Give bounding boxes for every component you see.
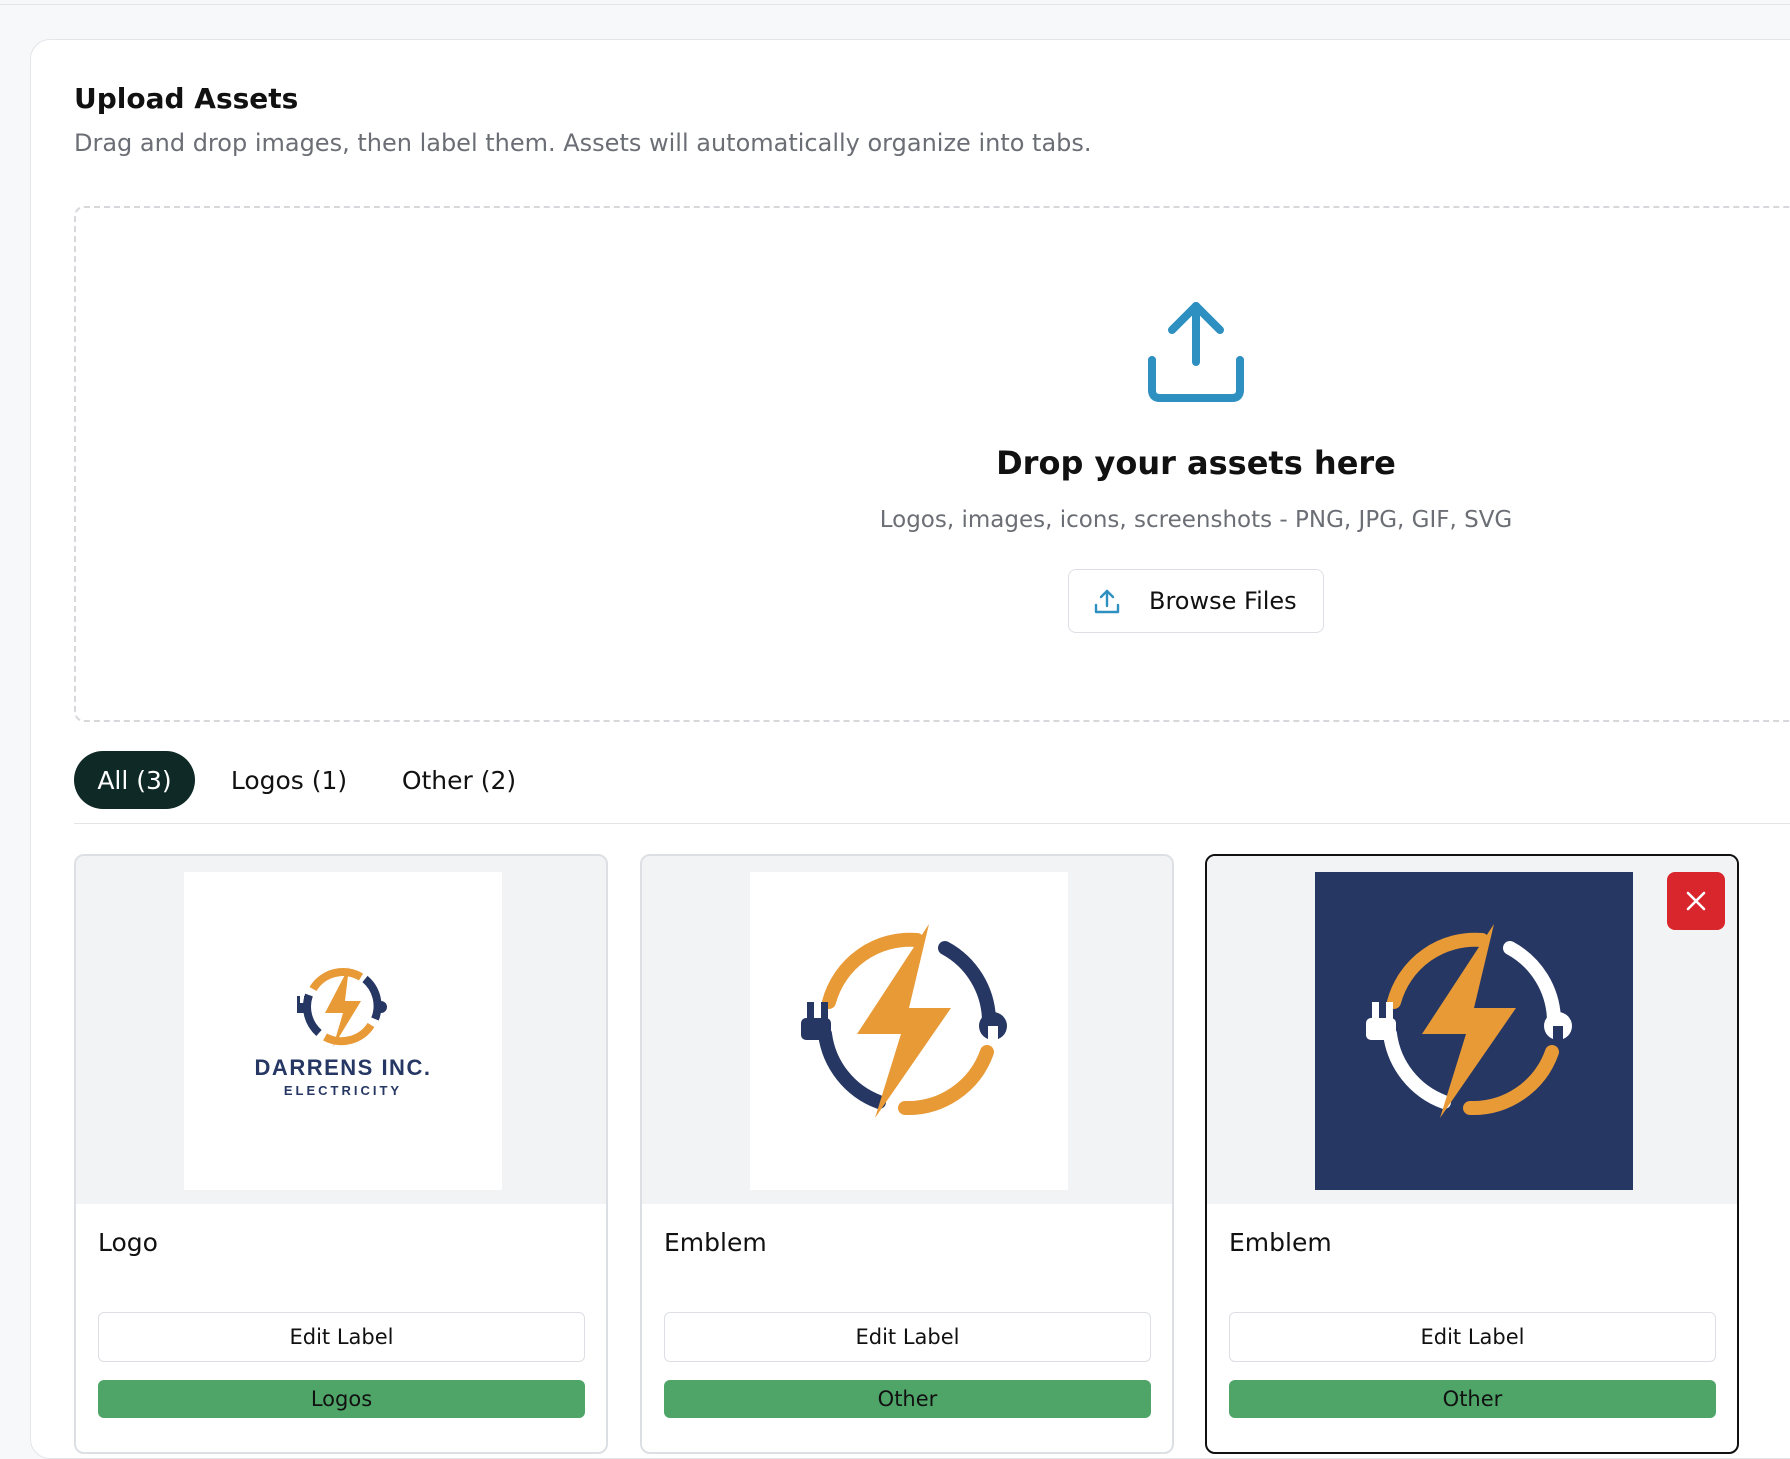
asset-tag[interactable]: Logos — [98, 1380, 585, 1418]
edit-label-button[interactable]: Edit Label — [98, 1312, 585, 1362]
logo-tagline-text: ELECTRICITY — [284, 1083, 402, 1098]
asset-card-selected[interactable]: Emblem Edit Label Other — [1205, 854, 1739, 1454]
asset-card[interactable]: Emblem Edit Label Other — [640, 854, 1174, 1454]
asset-thumbnail-area — [642, 856, 1172, 1204]
asset-thumbnail-area — [1207, 856, 1737, 1204]
tab-logos[interactable]: Logos (1) — [216, 751, 362, 809]
browse-files-label: Browse Files — [1149, 587, 1297, 615]
dropzone-title: Drop your assets here — [996, 444, 1396, 482]
tabs-divider — [74, 823, 1790, 824]
top-bar-edge — [0, 0, 1790, 5]
upload-small-icon — [1094, 589, 1120, 614]
asset-thumbnail-emblem-dark — [1315, 872, 1633, 1190]
asset-thumbnail-emblem — [750, 872, 1068, 1190]
upload-icon — [1148, 302, 1244, 402]
tab-all[interactable]: All (3) — [74, 751, 195, 809]
tab-other[interactable]: Other (2) — [384, 751, 534, 809]
dropzone-hint: Logos, images, icons, screenshots - PNG,… — [879, 507, 1513, 533]
asset-thumbnail-area: DARRENS INC. ELECTRICITY — [76, 856, 606, 1204]
page-subtitle: Drag and drop images, then label them. A… — [74, 129, 1092, 157]
close-icon — [1686, 891, 1706, 911]
asset-name: Logo — [98, 1228, 158, 1257]
asset-thumbnail-logo: DARRENS INC. ELECTRICITY — [184, 872, 502, 1190]
logo-company-text: DARRENS INC. — [255, 1055, 432, 1080]
page-title: Upload Assets — [74, 82, 299, 115]
edit-label-button[interactable]: Edit Label — [1229, 1312, 1716, 1362]
asset-tag[interactable]: Other — [1229, 1380, 1716, 1418]
edit-label-button[interactable]: Edit Label — [664, 1312, 1151, 1362]
asset-name: Emblem — [664, 1228, 767, 1257]
browse-files-button[interactable]: Browse Files — [1068, 569, 1324, 633]
asset-card[interactable]: DARRENS INC. ELECTRICITY Logo Edit Label… — [74, 854, 608, 1454]
asset-name: Emblem — [1229, 1228, 1332, 1257]
remove-asset-button[interactable] — [1667, 872, 1725, 930]
asset-tag[interactable]: Other — [664, 1380, 1151, 1418]
dropzone[interactable] — [74, 206, 1790, 722]
